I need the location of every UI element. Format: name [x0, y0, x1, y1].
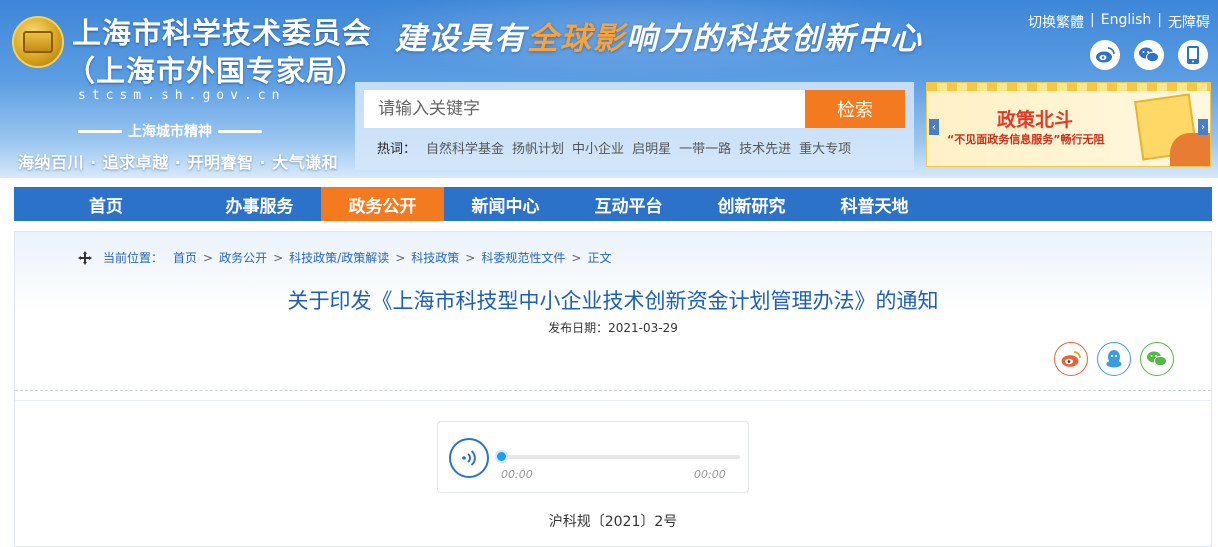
wechat-icon[interactable] [1134, 40, 1164, 70]
audio-player: 00:00 00:00 [437, 421, 749, 493]
breadcrumb-separator: > [571, 250, 582, 265]
search-panel: 检索 热词： 自然科学基金 扬帆计划 中小企业 启明星 一带一路 技术先进 重大… [355, 82, 914, 170]
location-icon [78, 250, 92, 265]
weibo-icon [1061, 351, 1081, 367]
search-input[interactable] [364, 90, 805, 128]
publish-date: 发布日期：2021-03-29 [15, 319, 1211, 336]
breadcrumb-item[interactable]: 科技政策 [411, 249, 459, 266]
sound-wave-icon [462, 450, 476, 466]
nav-item-innovation[interactable]: 创新研究 [690, 187, 813, 221]
share-buttons [1054, 342, 1174, 376]
publish-date-value: 2021-03-29 [608, 321, 678, 335]
audio-play-button[interactable] [449, 438, 489, 478]
link-english[interactable]: English [1101, 12, 1152, 32]
link-accessibility[interactable]: 无障碍 [1168, 12, 1210, 32]
search-button[interactable]: 检索 [805, 90, 905, 128]
banner-next-button[interactable]: › [1198, 119, 1208, 135]
city-spirit-title: 上海城市精神 [72, 121, 268, 141]
nav-item-home[interactable]: 首页 [14, 187, 198, 221]
nav-item-news[interactable]: 新闻中心 [444, 187, 567, 221]
org-name[interactable]: 上海市科学技术委员会 [72, 10, 372, 52]
article-title: 关于印发《上海市科技型中小企业技术创新资金计划管理办法》的通知 [287, 289, 939, 313]
breadcrumb-separator: > [395, 250, 406, 265]
hot-word[interactable]: 一带一路 [679, 138, 731, 157]
hot-word[interactable]: 重大专项 [799, 138, 851, 157]
hot-word[interactable]: 扬帆计划 [512, 138, 564, 157]
slogan: 建设具有全球影响力的科技创新中心 [395, 13, 923, 58]
banner-title: 政策北斗 [997, 109, 1074, 131]
wechat-icon [1147, 351, 1167, 367]
divider [15, 400, 1211, 401]
hot-word[interactable]: 启明星 [632, 138, 671, 157]
link-traditional-chinese[interactable]: 切换繁體 [1028, 12, 1084, 32]
audio-progress-handle[interactable] [495, 450, 508, 463]
banner-hand-illustration [1170, 133, 1210, 166]
hot-word[interactable]: 中小企业 [572, 138, 624, 157]
breadcrumb-item[interactable]: 首页 [173, 249, 197, 266]
slogan-post: 响力的科技创新中心 [626, 21, 923, 57]
audio-duration: 00:00 [694, 468, 726, 481]
site-domain: stcsm.sh.gov.cn [78, 88, 286, 103]
nav-item-interaction[interactable]: 互动平台 [567, 187, 690, 221]
hot-word[interactable]: 技术先进 [739, 138, 791, 157]
breadcrumb-separator: > [203, 250, 214, 265]
city-spirit-text: 海纳百川 · 追求卓越 · 开明睿智 · 大气谦和 [18, 153, 339, 172]
document-number: 沪科规〔2021〕2号 [548, 514, 678, 530]
banner-subtitle: “不见面政务信息服务”畅行无阻 [947, 133, 1105, 146]
link-separator: | [1090, 12, 1095, 28]
policy-banner[interactable]: 政策北斗 “不见面政务信息服务”畅行无阻 ‹ › [926, 82, 1211, 167]
audio-current-time: 00:00 [501, 468, 533, 481]
weibo-icon[interactable] [1090, 40, 1120, 70]
breadcrumb-separator: > [273, 250, 284, 265]
nav-item-services[interactable]: 办事服务 [198, 187, 321, 221]
nav-item-government-affairs[interactable]: 政务公开 [321, 187, 444, 221]
article-container: 当前位置： 首页 > 政务公开 > 科技政策/政策解读 > 科技政策 > 科委规… [14, 231, 1212, 547]
breadcrumb-item[interactable]: 科技政策/政策解读 [289, 249, 389, 266]
org-name-secondary[interactable]: （上海市外国专家局） [66, 48, 366, 90]
breadcrumb-label: 当前位置： [103, 251, 164, 265]
hot-word[interactable]: 自然科学基金 [426, 138, 504, 157]
link-separator: | [1157, 12, 1162, 28]
mobile-icon[interactable] [1178, 40, 1208, 70]
top-links: 切换繁體 | English | 无障碍 [1028, 12, 1210, 32]
nav-item-science[interactable]: 科普天地 [813, 187, 936, 221]
banner-prev-button[interactable]: ‹ [929, 119, 939, 135]
qq-icon [1106, 350, 1122, 368]
breadcrumb-separator: > [465, 250, 476, 265]
breadcrumb-item[interactable]: 科委规范性文件 [481, 249, 565, 266]
main-nav: 首页 办事服务 政务公开 新闻中心 互动平台 创新研究 科普天地 [14, 187, 1212, 221]
divider [15, 390, 1211, 391]
city-spirit-title-text: 上海城市精神 [128, 124, 212, 140]
share-qq-button[interactable] [1097, 342, 1131, 376]
hot-words: 热词： 自然科学基金 扬帆计划 中小企业 启明星 一带一路 技术先进 重大专项 [377, 138, 851, 157]
audio-progress-track[interactable] [500, 455, 740, 459]
social-icons [1090, 40, 1208, 70]
hot-words-label: 热词： [377, 142, 417, 157]
emblem-center [23, 31, 53, 53]
slogan-highlight: 全球影 [527, 21, 626, 57]
banner-stripe [927, 83, 1210, 91]
publish-date-label: 发布日期： [548, 321, 609, 335]
breadcrumb: 当前位置： 首页 > 政务公开 > 科技政策/政策解读 > 科技政策 > 科委规… [77, 249, 611, 266]
site-header: 上海市科学技术委员会 （上海市外国专家局） stcsm.sh.gov.cn 上海… [0, 0, 1218, 178]
emblem-logo[interactable] [12, 16, 64, 68]
breadcrumb-item[interactable]: 政务公开 [219, 249, 267, 266]
share-weibo-button[interactable] [1054, 342, 1088, 376]
slogan-pre: 建设具有 [395, 21, 527, 57]
share-wechat-button[interactable] [1140, 342, 1174, 376]
breadcrumb-current: 正文 [587, 251, 612, 265]
